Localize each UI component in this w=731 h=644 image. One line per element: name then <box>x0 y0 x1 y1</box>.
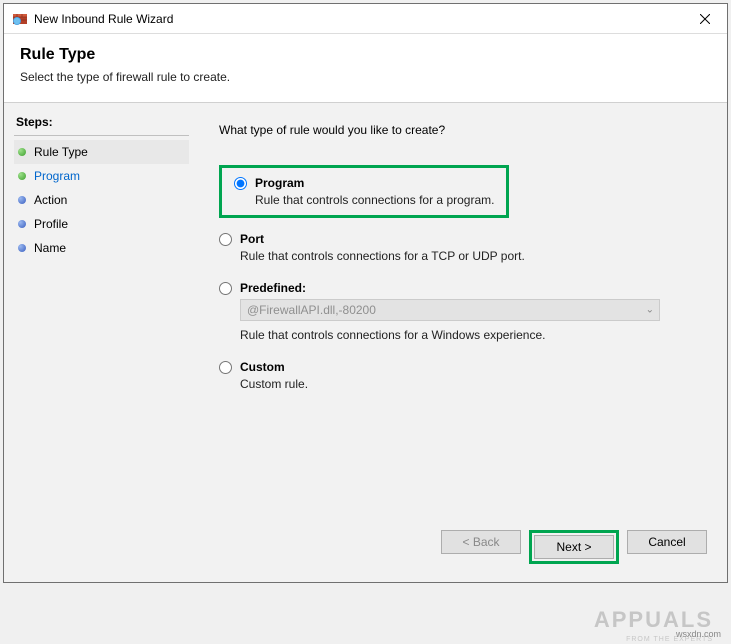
cancel-button[interactable]: Cancel <box>627 530 707 554</box>
page-subtitle: Select the type of firewall rule to crea… <box>20 70 711 84</box>
bullet-icon <box>18 244 26 252</box>
radio-custom-label: Custom <box>240 360 285 374</box>
button-bar: < Back Next > Cancel <box>441 530 707 564</box>
wizard-window: New Inbound Rule Wizard Rule Type Select… <box>3 3 728 583</box>
bullet-icon <box>18 148 26 156</box>
radio-program-row: Program <box>234 176 494 190</box>
radio-predefined[interactable] <box>219 282 232 295</box>
option-predefined: Predefined: @FirewallAPI.dll,-80200 ⌄ Ru… <box>219 281 707 342</box>
rule-type-radio-group: Program Rule that controls connections f… <box>219 165 707 391</box>
step-action[interactable]: Action <box>14 188 189 212</box>
predefined-dropdown-wrap: @FirewallAPI.dll,-80200 ⌄ <box>219 295 660 325</box>
steps-heading: Steps: <box>14 111 189 136</box>
step-label: Action <box>34 193 67 207</box>
radio-program-label: Program <box>255 176 304 190</box>
highlight-next: Next > <box>529 530 619 564</box>
option-port: Port Rule that controls connections for … <box>219 232 707 263</box>
radio-port-row: Port <box>219 232 707 246</box>
window-title: New Inbound Rule Wizard <box>34 12 682 26</box>
radio-predefined-row: Predefined: <box>219 281 707 295</box>
bullet-icon <box>18 220 26 228</box>
step-label: Program <box>34 169 80 183</box>
titlebar: New Inbound Rule Wizard <box>4 4 727 34</box>
step-label: Profile <box>34 217 68 231</box>
step-profile[interactable]: Profile <box>14 212 189 236</box>
bullet-icon <box>18 172 26 180</box>
watermark-site: wsxdn.com <box>676 629 721 639</box>
content-question: What type of rule would you like to crea… <box>219 123 707 137</box>
bullet-icon <box>18 196 26 204</box>
steps-sidebar: Steps: Rule Type Program Action Profile … <box>4 103 199 582</box>
body-area: Steps: Rule Type Program Action Profile … <box>4 102 727 582</box>
page-title: Rule Type <box>20 46 711 64</box>
radio-port[interactable] <box>219 233 232 246</box>
next-button[interactable]: Next > <box>534 535 614 559</box>
option-custom: Custom Custom rule. <box>219 360 707 391</box>
highlight-program: Program Rule that controls connections f… <box>219 165 509 218</box>
step-label: Name <box>34 241 66 255</box>
firewall-icon <box>12 11 28 27</box>
radio-custom-desc: Custom rule. <box>240 377 707 391</box>
radio-port-desc: Rule that controls connections for a TCP… <box>240 249 707 263</box>
back-button[interactable]: < Back <box>441 530 521 554</box>
radio-port-label: Port <box>240 232 264 246</box>
step-program[interactable]: Program <box>14 164 189 188</box>
close-button[interactable] <box>682 4 727 34</box>
header-area: Rule Type Select the type of firewall ru… <box>4 34 727 102</box>
content-area: What type of rule would you like to crea… <box>199 103 727 582</box>
step-rule-type[interactable]: Rule Type <box>14 140 189 164</box>
radio-predefined-desc: Rule that controls connections for a Win… <box>240 328 707 342</box>
radio-program[interactable] <box>234 177 247 190</box>
radio-custom[interactable] <box>219 361 232 374</box>
radio-program-desc: Rule that controls connections for a pro… <box>255 193 494 207</box>
radio-custom-row: Custom <box>219 360 707 374</box>
step-name[interactable]: Name <box>14 236 189 260</box>
close-icon <box>700 14 710 24</box>
step-label: Rule Type <box>34 145 88 159</box>
radio-predefined-label: Predefined: <box>240 281 306 295</box>
predefined-dropdown[interactable]: @FirewallAPI.dll,-80200 <box>240 299 660 321</box>
